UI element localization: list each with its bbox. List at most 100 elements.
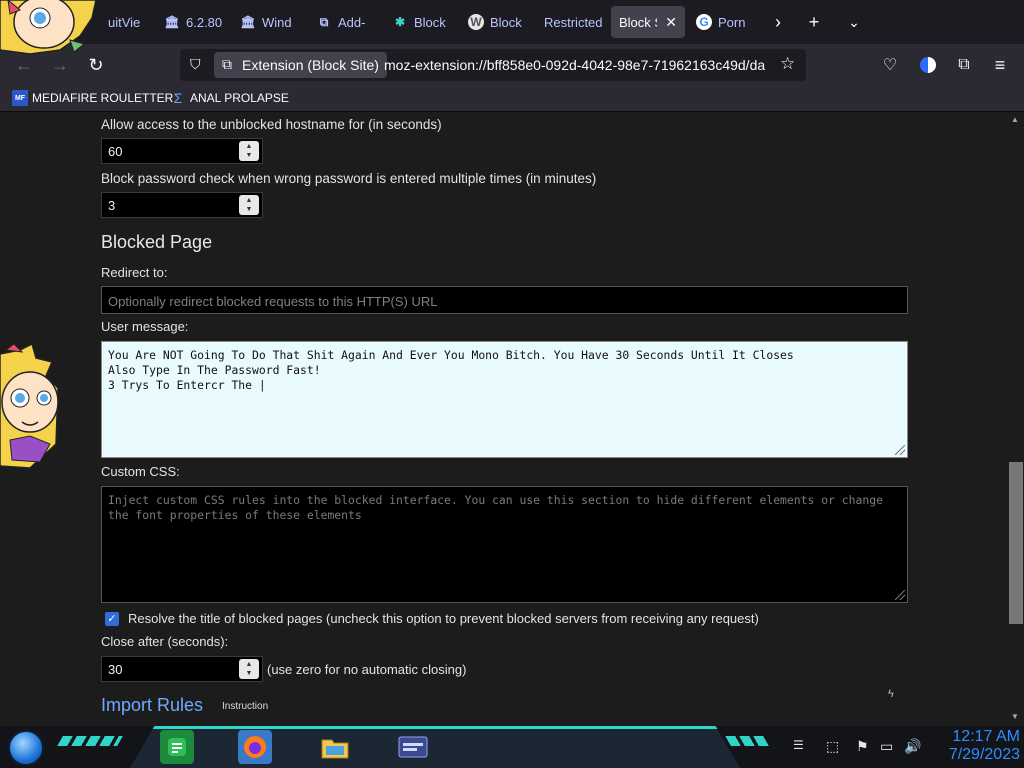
tab-2[interactable]: 🏛 6.2.80: [164, 6, 230, 38]
file-explorer-icon[interactable]: [318, 730, 352, 764]
bookmarks-toolbar: MF MEDIAFIRE ROULETTER Σ ANAL PROLAPSE: [0, 86, 1024, 112]
dark-mode-icon[interactable]: [916, 53, 940, 77]
taskbar: ☰ ⬚ ⚑ ▭ 🔊: [0, 726, 1024, 768]
redirect-input[interactable]: Optionally redirect blocked requests to …: [101, 286, 908, 314]
page-scrollbar[interactable]: [1009, 112, 1024, 726]
tab-9[interactable]: G Porn: [696, 6, 752, 38]
tab-3[interactable]: 🏛 Wind: [240, 6, 296, 38]
w-icon: W: [468, 14, 484, 30]
close-after-label: Close after (seconds):: [101, 634, 229, 649]
bookmark-star-icon[interactable]: ☆: [780, 54, 795, 74]
back-icon[interactable]: ←: [12, 53, 36, 77]
sigma-icon: Σ: [173, 90, 183, 106]
list-tabs-icon[interactable]: ⌄: [842, 10, 866, 34]
custom-css-textarea[interactable]: Inject custom CSS rules into the blocked…: [101, 486, 908, 603]
close-tab-icon[interactable]: ✕: [665, 14, 677, 31]
resize-grip-icon[interactable]: [895, 590, 905, 600]
tab-label: 6.2.80: [186, 14, 223, 30]
tab-4[interactable]: ⧉ Add-: [316, 6, 372, 38]
redirect-placeholder: Optionally redirect blocked requests to …: [108, 294, 438, 309]
resolve-title-label: Resolve the title of blocked pages (unch…: [128, 611, 759, 626]
number-spinner[interactable]: ▲ ▼: [239, 659, 259, 679]
blocked-page-heading: Blocked Page: [101, 232, 213, 252]
bookmark-label: MEDIAFIRE ROULETTER: [32, 91, 174, 105]
flag-icon[interactable]: ⚑: [856, 738, 869, 755]
google-icon: G: [696, 14, 712, 30]
firefox-app-icon[interactable]: [238, 730, 272, 764]
new-tab-icon[interactable]: +: [802, 10, 826, 34]
extension-pill-label: Extension (Block Site): [242, 57, 379, 73]
show-hidden-icons-icon[interactable]: ☰: [793, 738, 804, 752]
tab-label: Block: [414, 14, 446, 30]
cartoon-sticker: [0, 342, 64, 472]
block-password-value: 3: [108, 198, 116, 213]
system-clock[interactable]: 12:17 AM 7/29/2023: [930, 728, 1020, 764]
extensions-icon[interactable]: ⧉: [952, 53, 976, 77]
allow-access-label: Allow access to the unblocked hostname f…: [101, 117, 442, 132]
tab-scroll-right-icon[interactable]: ›: [766, 10, 790, 34]
tab-5[interactable]: ✱ Block: [392, 6, 448, 38]
close-after-input[interactable]: 30 ▲ ▼: [101, 656, 263, 682]
notepad-app-icon[interactable]: [160, 730, 194, 764]
cartoon-sticker: [0, 0, 97, 56]
tab-label: Restricted: [544, 14, 603, 30]
page-content: Allow access to the unblocked hostname f…: [0, 112, 1024, 726]
puzzle-icon: ⧉: [319, 14, 329, 29]
extension-identity-pill[interactable]: ⧉ Extension (Block Site): [214, 52, 387, 78]
resolve-title-checkbox[interactable]: ✓: [105, 612, 119, 626]
puzzle-icon: ⧉: [222, 56, 232, 72]
clock-time: 12:17 AM: [952, 728, 1020, 745]
bank-icon: 🏛: [164, 15, 180, 29]
bookmark-label: ANAL PROLAPSE: [190, 91, 289, 105]
import-rules-heading: Import Rules: [101, 695, 204, 715]
tab-label: Wind: [262, 14, 292, 30]
scrollbar-thumb[interactable]: [1009, 462, 1023, 624]
display-icon[interactable]: ▭: [880, 738, 893, 755]
allow-access-value: 60: [108, 144, 123, 159]
block-password-label: Block password check when wrong password…: [101, 171, 597, 186]
custom-css-label: Custom CSS:: [101, 464, 180, 479]
user-message-textarea[interactable]: You Are NOT Going To Do That Shit Again …: [101, 341, 908, 458]
menu-icon[interactable]: ≡: [988, 53, 1012, 77]
scroll-up-icon[interactable]: ▲: [1011, 115, 1019, 124]
bookmark-mediafire[interactable]: MF MEDIAFIRE ROULETTER: [12, 90, 173, 106]
resize-grip-icon[interactable]: [895, 445, 905, 455]
bookmark-anal-prolapse[interactable]: Σ ANAL PROLAPSE: [170, 90, 289, 106]
taskbar-panel: [130, 726, 740, 768]
url-text[interactable]: moz-extension://bff858e0-092d-4042-98e7-…: [384, 57, 774, 73]
close-after-hint: (use zero for no automatic closing): [267, 662, 467, 677]
mediafire-icon: MF: [12, 90, 28, 106]
custom-css-placeholder: Inject custom CSS rules into the blocked…: [108, 493, 883, 522]
url-bar[interactable]: ⛉ ⧉ Extension (Block Site) moz-extension…: [180, 49, 806, 81]
window-app-icon[interactable]: [396, 730, 430, 764]
tab-7[interactable]: Restricted: [544, 6, 604, 38]
clock-date: 7/29/2023: [948, 746, 1020, 763]
network-icon[interactable]: ⬚: [826, 738, 839, 755]
start-orb-icon[interactable]: [8, 730, 44, 766]
reload-icon[interactable]: ↻: [84, 53, 108, 77]
tab-label: Block: [490, 14, 522, 30]
block-password-input[interactable]: 3 ▲ ▼: [101, 192, 263, 218]
number-spinner[interactable]: ▲ ▼: [239, 195, 259, 215]
forward-icon[interactable]: →: [48, 53, 72, 77]
tab-label: uitVie: [108, 14, 141, 30]
instruction-link[interactable]: Instruction: [222, 701, 268, 712]
scroll-down-icon[interactable]: ▼: [1011, 712, 1019, 721]
pocket-icon[interactable]: ♡: [878, 53, 902, 77]
decorative-stripes: [725, 736, 771, 746]
user-message-text: You Are NOT Going To Do That Shit Again …: [108, 348, 794, 392]
number-spinner[interactable]: ▲ ▼: [239, 141, 259, 161]
user-message-label: User message:: [101, 319, 189, 334]
tab-label: Block S: [619, 14, 657, 30]
tab-6[interactable]: W Block: [468, 6, 524, 38]
allow-access-input[interactable]: 60 ▲ ▼: [101, 138, 263, 164]
redirect-label: Redirect to:: [101, 265, 168, 280]
fox-icon: ✱: [394, 15, 406, 29]
tab-8-active[interactable]: Block S ✕: [611, 6, 685, 38]
volume-icon[interactable]: 🔊: [904, 738, 921, 755]
tab-bar: uitVie 🏛 6.2.80 🏛 Wind ⧉ Add- ✱ Block W …: [0, 0, 1024, 44]
tab-label: Add-: [338, 14, 366, 30]
close-after-value: 30: [108, 662, 123, 677]
shield-icon[interactable]: ⛉: [190, 56, 201, 73]
tab-1[interactable]: uitVie: [108, 6, 150, 38]
